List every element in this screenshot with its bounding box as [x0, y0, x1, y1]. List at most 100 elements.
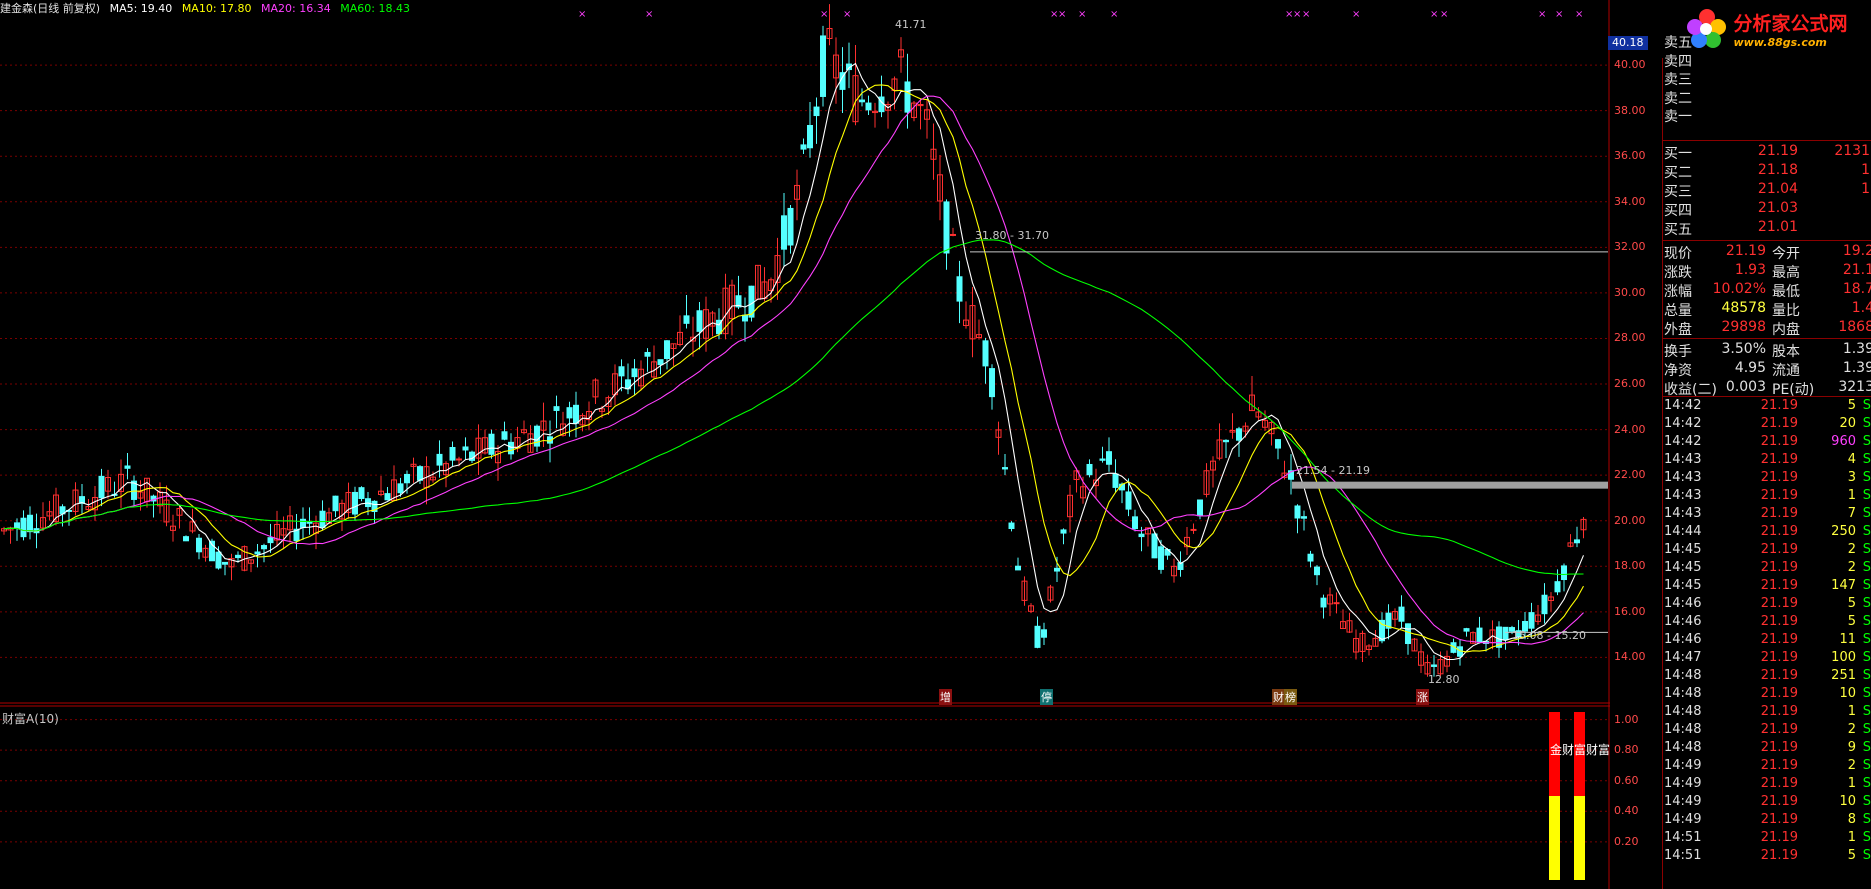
candle-body	[1502, 626, 1509, 641]
tick-row-t-t: 14:47	[1664, 650, 1702, 665]
quote-row[interactable]: 现价 21.19 今开 19.2	[1664, 243, 1871, 262]
bid-row[interactable]: 买五 21.01	[1664, 219, 1870, 238]
tick-row[interactable]: 14:45 21.19 147 S	[1664, 578, 1871, 596]
tick-row[interactable]: 14:49 21.19 8 S	[1664, 812, 1871, 830]
chart-grid	[0, 0, 1610, 889]
tick-row[interactable]: 14:46 21.19 5 S	[1664, 614, 1871, 632]
tick-row[interactable]: 14:48 21.19 9 S	[1664, 740, 1871, 758]
tick-row[interactable]: 14:44 21.19 250 S	[1664, 524, 1871, 542]
bid-row[interactable]: 买二 21.18 1	[1664, 162, 1870, 181]
candle-body	[1125, 491, 1132, 510]
candle-body	[1106, 451, 1112, 465]
candles	[1, 4, 1587, 677]
tick-row[interactable]: 14:48 21.19 2 S	[1664, 722, 1871, 740]
candle-body	[813, 106, 820, 117]
indicator-bar-yellow	[1574, 796, 1585, 880]
tick-row[interactable]: 14:48 21.19 1 S	[1664, 704, 1871, 722]
tick-row[interactable]: 14:48 21.19 10 S	[1664, 686, 1871, 704]
stock-title: 建金森(日线 前复权)	[0, 2, 101, 15]
candle-body	[1561, 565, 1567, 581]
ask-row[interactable]: 卖四	[1664, 51, 1870, 70]
fundamental-row[interactable]: 净资 4.95 流通 1.39	[1664, 360, 1871, 379]
price-tick: 32.00	[1614, 240, 1646, 254]
quote-row[interactable]: 总量 48578 量比 1.4	[1664, 300, 1871, 319]
candle-body	[644, 351, 651, 357]
tick-row[interactable]: 14:51 21.19 1 S	[1664, 830, 1871, 848]
tick-row-t-p: 21.19	[1760, 794, 1798, 809]
price-tick: 38.00	[1614, 103, 1646, 117]
tick-row-t-s: S	[1862, 398, 1871, 413]
level2-band	[1292, 481, 1608, 489]
candle-body	[820, 35, 826, 97]
tick-row-t-p: 21.19	[1760, 758, 1798, 773]
ask-row[interactable]: 卖二	[1664, 88, 1870, 107]
price-tick: 34.00	[1614, 194, 1646, 208]
event-marker-zeng[interactable]: 增	[939, 689, 952, 705]
tick-row[interactable]: 14:42 21.19 5 S	[1664, 398, 1871, 416]
candle-body	[943, 201, 950, 254]
event-marker-bang[interactable]: 榜	[1284, 689, 1297, 705]
tick-row-t-s: S	[1862, 614, 1871, 629]
ask-row-c-p	[1724, 106, 1798, 125]
bid-row[interactable]: 买四 21.03	[1664, 200, 1870, 219]
tick-row[interactable]: 14:42 21.19 960 S	[1664, 434, 1871, 452]
candle-body	[1333, 602, 1340, 605]
tick-row[interactable]: 14:43 21.19 7 S	[1664, 506, 1871, 524]
quote-row[interactable]: 涨跌 1.93 最高 21.1	[1664, 262, 1871, 281]
price-tick: 20.00	[1614, 513, 1646, 527]
quote-row[interactable]: 外盘 29898 内盘 1868	[1664, 319, 1871, 338]
quote-row[interactable]: 涨幅 10.02% 最低 18.7	[1664, 281, 1871, 300]
tick-row[interactable]: 14:48 21.19 251 S	[1664, 668, 1871, 686]
ask-row-c-v	[1798, 106, 1870, 125]
price-tick: 24.00	[1614, 422, 1646, 436]
tick-row-t-s: S	[1862, 830, 1871, 845]
quote-row-s-v: 1.93	[1734, 262, 1766, 278]
ma5-value: MA5: 19.40	[109, 2, 173, 15]
tick-row[interactable]: 14:47 21.19 100 S	[1664, 650, 1871, 668]
tick-row[interactable]: 14:49 21.19 1 S	[1664, 776, 1871, 794]
tick-row[interactable]: 14:43 21.19 1 S	[1664, 488, 1871, 506]
ask-row-c-p	[1724, 32, 1798, 51]
fundamental-row[interactable]: 换手 3.50% 股本 1.39	[1664, 341, 1871, 360]
tick-row[interactable]: 14:43 21.19 4 S	[1664, 452, 1871, 470]
candle-body	[800, 144, 807, 150]
tick-row-t-t: 14:45	[1664, 578, 1702, 593]
tick-row[interactable]: 14:46 21.19 11 S	[1664, 632, 1871, 650]
cursor-price-label: 40.18	[1608, 36, 1648, 50]
price-tick: 22.00	[1614, 468, 1646, 482]
fundamental-row-s-l: 换手	[1664, 344, 1692, 360]
tick-row-t-v: 9	[1847, 740, 1856, 755]
ask-row[interactable]: 卖五	[1664, 32, 1870, 51]
tick-row-t-s: S	[1862, 506, 1871, 521]
bid-row[interactable]: 买三 21.04 1	[1664, 181, 1870, 200]
tick-row-t-t: 14:43	[1664, 506, 1702, 521]
signal-mark: ×	[578, 9, 586, 20]
tick-row[interactable]: 14:49 21.19 10 S	[1664, 794, 1871, 812]
candlestick-chart[interactable]: × × × × × × × × × × × × × × × × ×	[0, 0, 1610, 889]
tick-row-t-p: 21.19	[1760, 542, 1798, 557]
tick-row-t-v: 4	[1847, 452, 1856, 467]
tick-row[interactable]: 14:45 21.19 2 S	[1664, 542, 1871, 560]
bid-row-c-l: 买三	[1664, 184, 1692, 200]
ask-row[interactable]: 卖一	[1664, 106, 1870, 125]
tick-row[interactable]: 14:46 21.19 5 S	[1664, 596, 1871, 614]
tick-row-t-s: S	[1862, 470, 1871, 485]
event-marker-ting[interactable]: 停	[1040, 689, 1053, 705]
quote-row-s-l: 涨幅	[1664, 284, 1692, 300]
tick-row-t-t: 14:48	[1664, 740, 1702, 755]
tick-row-t-v: 10	[1839, 686, 1856, 701]
high-annotation: 41.71	[895, 18, 927, 31]
candle-body	[696, 310, 703, 332]
price-tick: 16.00	[1614, 604, 1646, 618]
tick-row[interactable]: 14:49 21.19 2 S	[1664, 758, 1871, 776]
ask-row[interactable]: 卖三	[1664, 69, 1870, 88]
event-marker-zhang[interactable]: 涨	[1416, 689, 1429, 705]
tick-row-t-p: 21.19	[1760, 650, 1798, 665]
tick-row[interactable]: 14:43 21.19 3 S	[1664, 470, 1871, 488]
tick-row-t-t: 14:46	[1664, 614, 1702, 629]
candle-body	[417, 466, 423, 481]
tick-row[interactable]: 14:51 21.19 5 S	[1664, 848, 1871, 866]
tick-row[interactable]: 14:42 21.19 20 S	[1664, 416, 1871, 434]
bid-row[interactable]: 买一 21.19 2131	[1664, 143, 1870, 162]
tick-row[interactable]: 14:45 21.19 2 S	[1664, 560, 1871, 578]
